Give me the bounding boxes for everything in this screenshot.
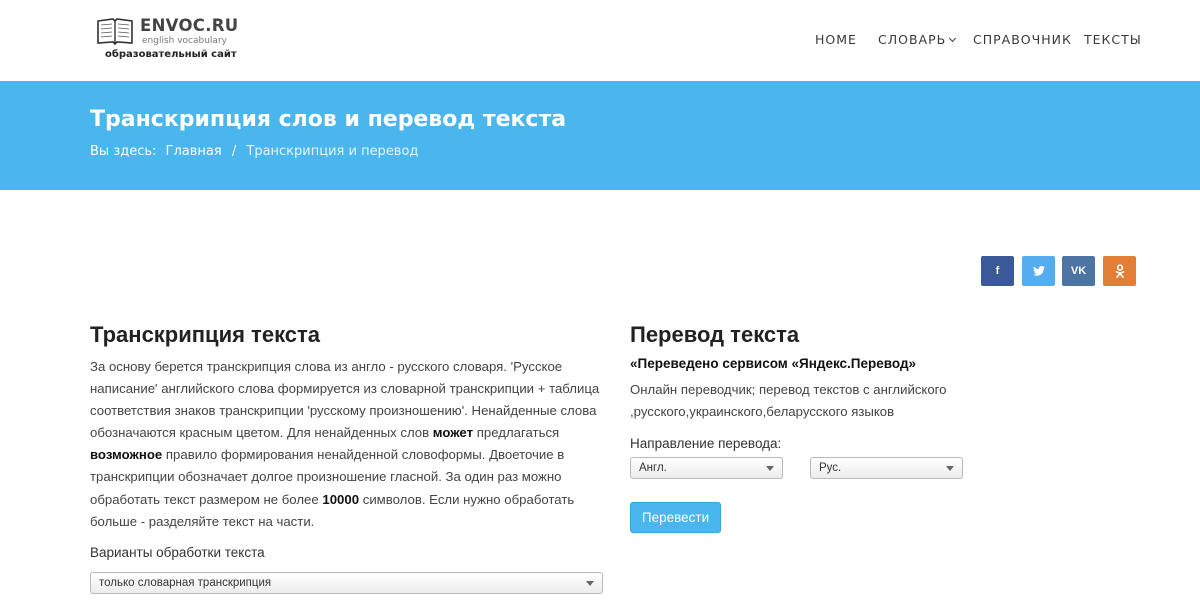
processing-options-select[interactable]: только словарная транскрипция bbox=[90, 572, 603, 594]
breadcrumb: Вы здесь: Главная / Транскрипция и перев… bbox=[90, 144, 418, 159]
nav-texts[interactable]: ТЕКСТЫ bbox=[1084, 32, 1142, 47]
page-banner: Транскрипция слов и перевод текста Вы зд… bbox=[0, 81, 1200, 190]
dropdown-arrow-icon bbox=[946, 466, 954, 471]
desc-bold-limit: 10000 bbox=[322, 491, 360, 507]
odnoklassniki-share-button[interactable] bbox=[1103, 256, 1136, 286]
twitter-share-button[interactable] bbox=[1022, 256, 1055, 286]
processing-options-value: только словарная транскрипция bbox=[99, 577, 272, 589]
desc-bold-possible: возможное bbox=[90, 447, 163, 463]
translation-title: Перевод текста bbox=[630, 322, 800, 347]
social-share-bar: f VK bbox=[981, 256, 1141, 286]
dropdown-arrow-icon bbox=[766, 466, 774, 471]
logo-caption: образовательный сайт bbox=[105, 49, 237, 60]
twitter-icon bbox=[1032, 266, 1045, 276]
main-nav: HOME СЛОВАРЬ СПРАВОЧНИК ТЕКСТЫ bbox=[0, 32, 1200, 48]
transcription-description: За основу берется транскрипция слова из … bbox=[90, 356, 612, 533]
translation-description: Онлайн переводчик; перевод текстов с анг… bbox=[630, 382, 947, 420]
nav-dictionary-label: СЛОВАРЬ bbox=[878, 32, 947, 47]
odnoklassniki-icon bbox=[1115, 264, 1124, 278]
source-language-value: Англ. bbox=[639, 462, 667, 474]
translate-button[interactable]: Перевести bbox=[630, 502, 721, 533]
chevron-down-icon bbox=[949, 34, 957, 43]
vk-icon: VK bbox=[1070, 265, 1087, 277]
nav-home[interactable]: HOME bbox=[815, 32, 857, 47]
desc-part-2: предлагаться bbox=[473, 425, 560, 441]
facebook-icon: f bbox=[995, 265, 1000, 277]
breadcrumb-separator: / bbox=[231, 144, 237, 159]
breadcrumb-prefix: Вы здесь: bbox=[90, 144, 157, 159]
dropdown-arrow-icon bbox=[586, 581, 594, 586]
processing-options-label: Варианты обработки текста bbox=[90, 545, 265, 560]
facebook-share-button[interactable]: f bbox=[981, 256, 1014, 286]
target-language-select[interactable]: Рус. bbox=[810, 457, 963, 479]
direction-label: Направление перевода: bbox=[630, 436, 782, 451]
target-language-value: Рус. bbox=[819, 462, 842, 474]
breadcrumb-home-link[interactable]: Главная bbox=[166, 144, 222, 159]
site-header: ENVOC.RU english vocabulary образователь… bbox=[0, 0, 1200, 81]
vk-share-button[interactable]: VK bbox=[1062, 256, 1095, 286]
translation-service-note: «Переведено сервисом «Яндекс.Перевод» bbox=[630, 356, 917, 371]
desc-bold-may: может bbox=[432, 425, 474, 441]
nav-dictionary[interactable]: СЛОВАРЬ bbox=[878, 32, 957, 47]
page-title: Транскрипция слов и перевод текста bbox=[90, 107, 567, 132]
nav-reference[interactable]: СПРАВОЧНИК bbox=[973, 32, 1072, 47]
source-language-select[interactable]: Англ. bbox=[630, 457, 783, 479]
breadcrumb-current: Транскрипция и перевод bbox=[246, 144, 419, 159]
transcription-title: Транскрипция текста bbox=[90, 322, 321, 347]
